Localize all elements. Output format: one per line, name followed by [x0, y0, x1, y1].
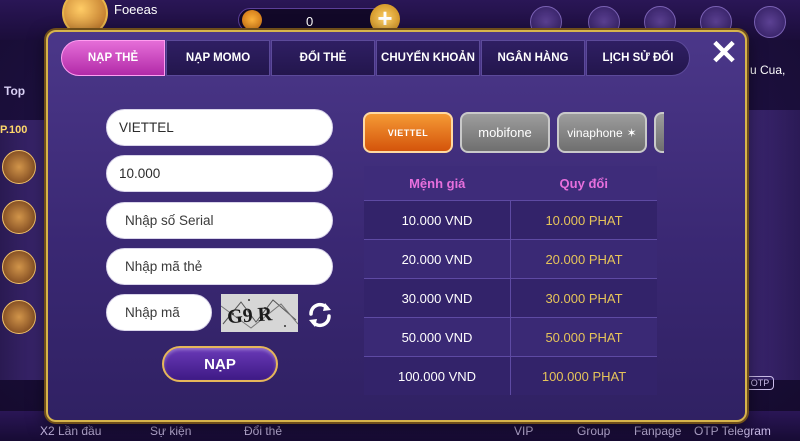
submit-topup-button[interactable]: NẠP: [162, 346, 278, 382]
balance-value: 0: [306, 14, 314, 29]
card-pin-input[interactable]: Nhập mã thẻ: [106, 248, 333, 285]
vinaphone-logo: vinaphone: [567, 125, 623, 140]
leaderboard-avatar[interactable]: [2, 200, 36, 234]
recharge-dialog: NẠP THẺ NẠP MOMO ĐỔI THẺ CHUYỂN KHOẢN NG…: [46, 30, 747, 422]
top-label: Top: [4, 84, 26, 98]
denomination-cell: 50.000 VND: [364, 318, 511, 356]
viettel-logo: VIETTEL: [387, 127, 429, 138]
amount-select[interactable]: 10.000: [106, 155, 333, 192]
mobifone-logo: mobifone: [478, 125, 532, 140]
nav-card-exchange[interactable]: Đổi thẻ: [244, 424, 282, 438]
tab-card-topup[interactable]: NẠP THẺ: [61, 40, 165, 76]
nav-events[interactable]: Sự kiện: [150, 424, 191, 438]
header-exchange: Quy đổi: [559, 175, 608, 191]
vinaphone-mark-icon: ✶: [626, 125, 637, 140]
header-denomination: Mệnh giá: [409, 175, 466, 191]
denomination-cell: 30.000 VND: [364, 279, 511, 317]
leaderboard-avatar[interactable]: [2, 150, 36, 184]
leaderboard-avatar[interactable]: [2, 250, 36, 284]
table-row: 100.000 VND 100.000 PHAT: [364, 356, 657, 395]
tab-bank[interactable]: NGÂN HÀNG: [481, 40, 585, 76]
table-row: 30.000 VND 30.000 PHAT: [364, 278, 657, 317]
nav-otp-telegram[interactable]: OTP Telegram: [694, 424, 771, 438]
captcha-input[interactable]: Nhập mã: [106, 294, 212, 331]
nav-group[interactable]: Group: [577, 424, 610, 438]
tab-momo-topup[interactable]: NẠP MOMO: [166, 40, 270, 76]
exchange-cell: 100.000 PHAT: [541, 368, 627, 384]
nav-x2-first[interactable]: X2 Lần đầu: [40, 424, 101, 438]
carrier-vinaphone-button[interactable]: vinaphone ✶: [557, 112, 647, 153]
tab-card-exchange[interactable]: ĐỔI THẺ: [271, 40, 375, 76]
right-marquee-text: u Cua,: [750, 63, 786, 77]
exchange-cell: 50.000 PHAT: [545, 329, 623, 345]
username: Foeeas: [114, 2, 158, 17]
denomination-cell: 10.000 VND: [364, 201, 511, 239]
carrier-next-partial[interactable]: [654, 112, 664, 153]
tab-exchange-history[interactable]: LỊCH SỬ ĐỔI: [586, 40, 690, 76]
captcha-text: G9 R: [226, 303, 273, 328]
tab-bar: NẠP THẺ NẠP MOMO ĐỔI THẺ CHUYỂN KHOẢN NG…: [61, 40, 691, 76]
denomination-cell: 100.000 VND: [364, 357, 511, 395]
serial-input[interactable]: Nhập số Serial: [106, 202, 333, 239]
otp-tag: OTP: [746, 376, 774, 390]
captcha-image: G9 R: [221, 294, 298, 332]
denomination-cell: 20.000 VND: [364, 240, 511, 278]
table-row: 10.000 VND 10.000 PHAT: [364, 200, 657, 239]
exchange-cell: 20.000 PHAT: [545, 251, 623, 267]
table-row: 20.000 VND 20.000 PHAT: [364, 239, 657, 278]
left-tag: P.100: [0, 124, 28, 136]
exchange-cell: 10.000 PHAT: [545, 212, 623, 228]
tab-transfer[interactable]: CHUYỂN KHOẢN: [376, 40, 480, 76]
nav-fanpage[interactable]: Fanpage: [634, 424, 681, 438]
carrier-mobifone-button[interactable]: mobifone: [460, 112, 550, 153]
rate-table: Mệnh giá Quy đổi 10.000 VND 10.000 PHAT …: [364, 166, 657, 395]
leaderboard-avatar[interactable]: [2, 300, 36, 334]
coin-icon: [242, 10, 262, 30]
nav-vip[interactable]: VIP: [514, 424, 533, 438]
close-button[interactable]: ✕: [706, 36, 742, 72]
carrier-select[interactable]: VIETTEL: [106, 109, 333, 146]
right-panel: [748, 110, 800, 380]
carrier-viettel-button[interactable]: VIETTEL: [363, 112, 453, 153]
rate-table-header: Mệnh giá Quy đổi: [364, 166, 657, 200]
refresh-captcha-icon[interactable]: [305, 300, 335, 330]
gear-icon[interactable]: [754, 6, 786, 38]
table-row: 50.000 VND 50.000 PHAT: [364, 317, 657, 356]
exchange-cell: 30.000 PHAT: [545, 290, 623, 306]
